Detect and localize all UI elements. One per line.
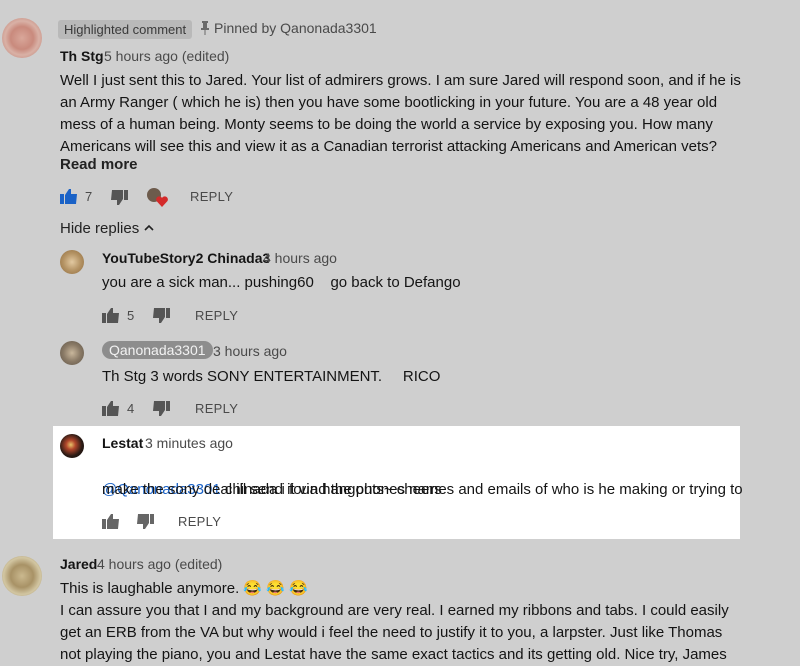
thumb-up-icon[interactable] [102,307,120,323]
reply-author[interactable]: Lestat [102,435,143,451]
reply-body-line2: make the sony deal ill send it via hango… [102,481,442,498]
reply-timestamp[interactable]: 3 minutes ago [145,435,233,451]
comment-line: mess of a human being. Monty seems to be… [60,116,713,133]
comment-line: I can assure you that I and my backgroun… [60,602,729,619]
comment-body: Well I just sent this to Jared. Your lis… [60,70,795,158]
thumb-up-icon[interactable] [102,400,120,416]
heart-icon [156,196,168,207]
pin-icon [201,21,209,35]
thumb-down-icon[interactable] [136,514,154,530]
comment-timestamp[interactable]: 4 hours ago (edited) [97,556,222,572]
comment-line: Well I just sent this to Jared. Your lis… [60,72,741,89]
chevron-up-icon[interactable] [144,224,154,231]
comment-line: This is laughable anymore. 😂 😂 😂 [60,580,308,597]
thumb-down-icon[interactable] [110,190,128,206]
reply-button[interactable]: REPLY [195,308,238,323]
comment-body: This is laughable anymore. 😂 😂 😂 I can a… [60,578,795,666]
thumb-down-icon[interactable] [152,401,170,417]
highlighted-comment-chip: Highlighted comment [58,20,193,39]
like-count: 7 [85,189,93,204]
comment-line: an Army Ranger ( which he is) then you h… [60,94,718,111]
comment-line: get an ERB from the VA but why would i f… [60,624,723,641]
comment-author[interactable]: Jared [60,556,97,572]
avatar-qanonada3301[interactable] [60,341,84,365]
thumb-up-icon[interactable] [60,188,78,204]
avatar-jared[interactable] [2,556,42,596]
avatar-youtubestory2[interactable] [60,250,84,274]
thumb-down-icon[interactable] [152,308,170,324]
avatar-lestat[interactable] [60,434,84,458]
comment-author[interactable]: Th Stg [60,48,104,64]
channel-owner-author-badge[interactable]: Qanonada3301 [102,341,213,359]
like-count: 4 [127,401,135,416]
reply-body: Th Stg 3 words SONY ENTERTAINMENT. RICO [102,368,441,385]
comment-line: not playing the piano, you and Lestat ha… [60,646,727,663]
thumb-up-icon[interactable] [102,513,120,529]
like-count: 5 [127,308,135,323]
pinned-by-text: Pinned by Qanonada3301 [214,20,377,36]
reply-timestamp[interactable]: 4 hours ago [263,250,337,266]
avatar-th-stg[interactable] [2,18,42,58]
reply-body: you are a sick man... pushing60 go back … [102,274,461,291]
comment-timestamp[interactable]: 5 hours ago (edited) [104,48,229,64]
hide-replies-button[interactable]: Hide replies [60,220,139,237]
reply-button[interactable]: REPLY [190,189,233,204]
reply-button[interactable]: REPLY [195,401,238,416]
reply-timestamp[interactable]: 3 hours ago [213,343,287,359]
read-more-link[interactable]: Read more [60,154,138,176]
reply-button[interactable]: REPLY [178,514,221,529]
reply-author[interactable]: YouTubeStory2 Chinada3 [102,250,270,266]
comment-line: Americans will see this and view it as a… [60,138,717,155]
